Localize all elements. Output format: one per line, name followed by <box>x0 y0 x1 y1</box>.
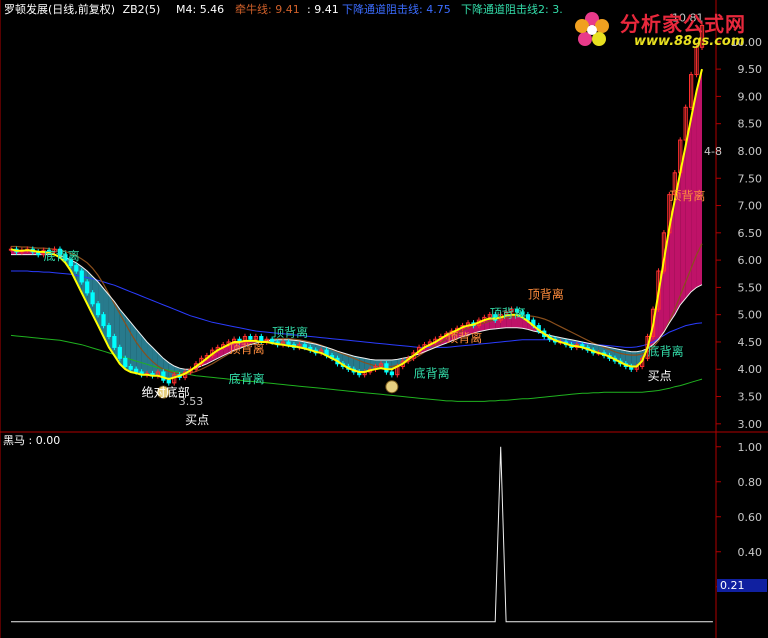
candle-body <box>74 265 79 272</box>
price-tick-label: 6.00 <box>738 254 763 267</box>
candle-body <box>123 357 128 368</box>
price-tick-label: 3.00 <box>738 418 763 431</box>
annotation-label: 底背离 <box>648 344 684 359</box>
candle-body <box>166 379 171 384</box>
stock-title: 罗顿发展(日线,前复权) ZB2(5) <box>4 3 160 17</box>
heima-indicator-line <box>11 446 713 623</box>
qianniu-readout: 牵牛线: 9.41 <box>235 3 300 16</box>
downtrend-band <box>130 322 137 374</box>
sub-tick-label: 1.00 <box>738 441 763 454</box>
stock-name: 罗顿发展(日线,前复权) <box>4 3 116 16</box>
price-tick-label: 4.00 <box>738 363 763 376</box>
candle-body <box>95 303 101 316</box>
annotation-label: 顶背离 <box>528 286 564 301</box>
price-tick-label: 7.50 <box>738 172 763 185</box>
price-tick-label: 6.50 <box>738 227 763 240</box>
annotation-label: 顶背离 <box>669 188 705 203</box>
sub-indicator-readout: 黑马 : 0.00 <box>3 434 61 447</box>
right-marker-label: 4-8 <box>704 145 722 158</box>
candle-body <box>90 292 95 305</box>
candle-body <box>117 346 122 359</box>
price-tick-label: 5.50 <box>738 281 763 294</box>
downtrend-band <box>136 328 142 375</box>
annotation-label: 顶背离 <box>229 341 265 356</box>
candle-body <box>384 363 389 373</box>
candle-body <box>302 344 307 348</box>
m4-readout: M4: 5.46 <box>176 3 225 16</box>
candle-body <box>79 270 84 283</box>
candle-body <box>286 341 291 346</box>
price-tick-label: 4.50 <box>738 336 763 349</box>
current-value-badge-text: 0.21 <box>720 579 745 592</box>
candle-body <box>248 336 253 340</box>
uptrend-band <box>696 69 702 288</box>
candle-body <box>112 336 117 348</box>
price-tick-label: 3.50 <box>738 391 763 404</box>
low-price-label: 3.53 <box>179 395 204 408</box>
annotation-label: 顶背离 <box>490 305 526 320</box>
annotation-label: 顶背离 <box>272 325 308 340</box>
downtrend-band <box>631 351 637 367</box>
site-logo: 分析家公式网 www.88gs.com <box>570 0 768 60</box>
price-tick-label: 9.50 <box>738 63 763 76</box>
annotation-label: 底背离 <box>44 248 80 263</box>
candle-body <box>270 338 275 343</box>
price-tick-label: 7.00 <box>738 200 763 213</box>
down-channel-1-readout: 下降通道阻击线: 4.75 <box>342 3 451 16</box>
sub-tick-label: 0.60 <box>738 511 763 524</box>
chart-window: 10.00 9.50 9.00 8.50 8.00 7.50 7.00 6.50 6.00 5.5… <box>0 0 768 638</box>
downtrend-band <box>359 357 365 372</box>
down-channel-2-readout: 下降通道阻击线2: 3. <box>461 3 563 16</box>
annotation-label: 底背离 <box>229 371 265 386</box>
candle-body <box>134 368 139 373</box>
logo-url-text: www.88gs.com <box>634 34 745 49</box>
coin-marker-icon <box>385 380 399 394</box>
main-price-chart[interactable]: 10.009.509.008.508.007.507.006.506.005.5… <box>0 0 768 638</box>
price-tick-label: 5.00 <box>738 309 763 322</box>
candle-body <box>128 366 133 370</box>
sub-tick-label: 0.40 <box>738 546 763 559</box>
price-tick-label: 8.00 <box>738 145 763 158</box>
qianniu-value: : 9.41 <box>307 3 339 16</box>
candle-body <box>85 281 90 294</box>
formula-name: ZB2(5) <box>122 3 161 16</box>
logo-brand-text: 分析家公式网 <box>620 12 746 36</box>
annotation-label: 买点 <box>648 369 672 383</box>
candle-body <box>389 371 394 376</box>
price-tick-label: 8.50 <box>738 118 763 131</box>
annotation-label: 底背离 <box>414 365 450 380</box>
sub-tick-label: 0.80 <box>738 476 763 489</box>
candle-body <box>101 314 106 327</box>
annotation-label: 顶背离 <box>446 330 482 345</box>
annotation-label: 买点 <box>185 413 209 427</box>
candle-body <box>106 325 112 338</box>
price-tick-label: 9.00 <box>738 90 763 103</box>
